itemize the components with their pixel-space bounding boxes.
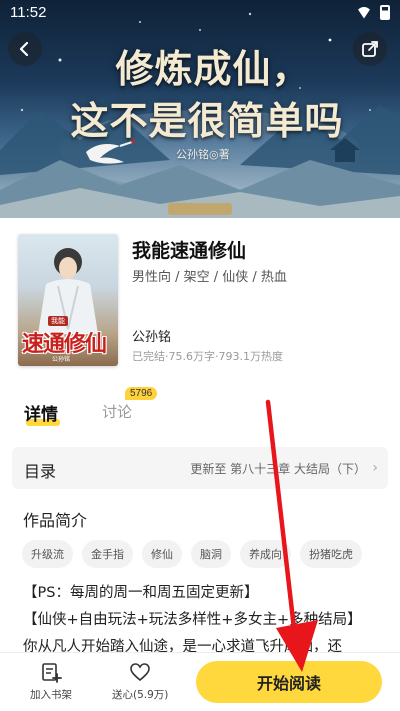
- heart-icon: [130, 663, 151, 682]
- banner-title-line1: 修炼成仙，: [115, 46, 311, 91]
- add-to-shelf-icon: [42, 663, 62, 683]
- cover-author: 公孙铭: [52, 356, 71, 363]
- banner-author-credit: 公孙铭◎著: [176, 148, 230, 161]
- tag-chip[interactable]: 养成向: [240, 540, 291, 568]
- battery-icon: [380, 5, 390, 20]
- banner-title-line2: 这不是很简单吗: [70, 98, 344, 143]
- book-title: 我能速通修仙: [132, 240, 247, 262]
- book-author[interactable]: 公孙铭: [132, 326, 171, 345]
- tag-chip[interactable]: 扮猪吃虎: [300, 540, 362, 568]
- tag-chip-list: 升级流 金手指 修仙 脑洞 养成向 扮猪吃虎: [22, 540, 362, 568]
- intro-heading: 作品简介: [23, 511, 88, 530]
- book-banner: 11:52 修炼成仙， 这不是很简单吗 公孙铭◎著: [0, 0, 400, 218]
- bottom-action-bar: 加入书架 送心(5.9万) 开始阅读: [0, 652, 400, 711]
- send-heart-label: 送心(5.9万): [112, 689, 169, 701]
- tag-chip[interactable]: 修仙: [142, 540, 182, 568]
- cover-tag: 我能: [48, 316, 68, 326]
- tab-discussion-label: 讨论: [102, 403, 133, 421]
- toc-latest-chapter: 更新至 第八十三章 大结局（下）: [190, 462, 366, 476]
- status-time: 11:52: [10, 4, 47, 21]
- status-bar: 11:52: [0, 0, 400, 26]
- discussion-count-badge: 5796: [125, 387, 158, 400]
- tab-detail[interactable]: 详情: [24, 400, 60, 426]
- intro-line: 【仙侠+自由玩法+玩法多样性+多女主+多种结局】: [23, 612, 362, 628]
- toc-label: 目录: [24, 462, 57, 481]
- send-heart-button[interactable]: 送心(5.9万): [112, 661, 168, 702]
- book-stats: 已完结·75.6万字·793.1万热度: [132, 350, 283, 363]
- chevron-right-icon: ›: [372, 460, 378, 476]
- tag-chip[interactable]: 升级流: [22, 540, 73, 568]
- tab-detail-label: 详情: [24, 405, 58, 425]
- start-reading-button[interactable]: 开始阅读: [196, 661, 382, 703]
- intro-text: 【PS：每周的周一和周五固定更新】 【仙侠+自由玩法+玩法多样性+多女主+多种结…: [23, 580, 383, 661]
- add-to-shelf-label: 加入书架: [30, 689, 72, 701]
- wifi-icon: [356, 6, 372, 19]
- tag-chip[interactable]: 金手指: [82, 540, 133, 568]
- add-to-shelf-button[interactable]: 加入书架: [30, 661, 72, 702]
- tab-discussion[interactable]: 讨论: [102, 401, 132, 422]
- table-of-contents-row[interactable]: 目录 更新至 第八十三章 大结局（下） ›: [12, 447, 388, 489]
- book-cover[interactable]: 我能 速通修仙 公孙铭: [18, 234, 118, 366]
- intro-line: 【PS：每周的周一和周五固定更新】: [23, 585, 259, 601]
- tag-chip[interactable]: 脑洞: [191, 540, 231, 568]
- book-tags: 男性向 / 架空 / 仙侠 / 热血: [132, 270, 287, 285]
